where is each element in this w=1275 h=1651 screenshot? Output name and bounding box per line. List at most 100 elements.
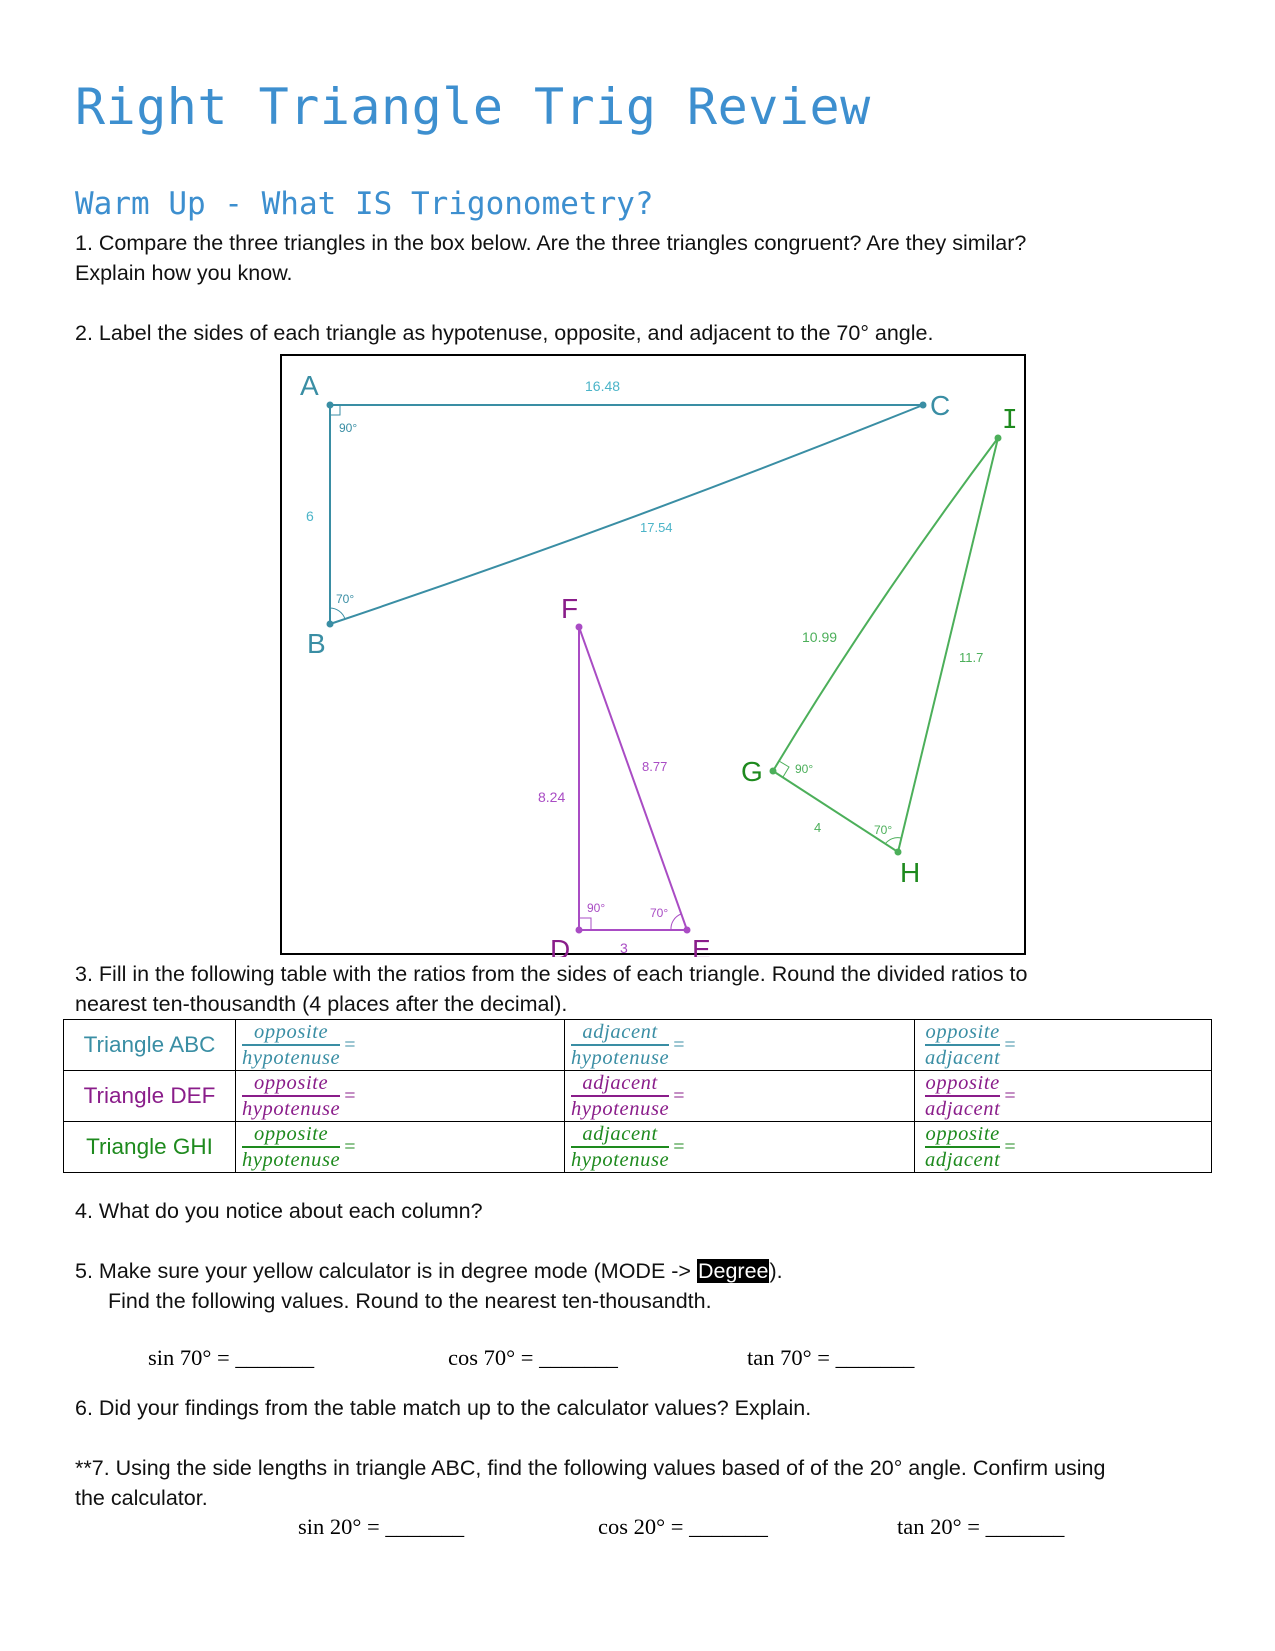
question-1-line-1: 1. Compare the three triangles in the bo… — [75, 231, 1027, 255]
sin-70-blank[interactable]: _______ — [235, 1345, 314, 1370]
sin-70-answer[interactable]: sin 70° = _______ — [148, 1345, 314, 1371]
fraction-stack: adjacent hypotenuse — [571, 1021, 670, 1069]
tan-70-blank[interactable]: _______ — [836, 1345, 915, 1370]
side-gh-length: 4 — [814, 820, 821, 835]
table-row: Triangle GHI opposite hypotenuse = adjacent h… — [63, 1121, 1212, 1173]
angle-a-label: 90° — [339, 421, 357, 435]
cos-20-blank[interactable]: _______ — [689, 1514, 768, 1539]
side-ef — [578, 626, 688, 931]
question-3-line-2: nearest ten-thousandth (4 places after t… — [75, 992, 568, 1016]
ratio-cell[interactable]: opposite hypotenuse = — [235, 1121, 565, 1173]
side-df-length: 8.24 — [538, 789, 565, 805]
vertex-c-label: C — [930, 390, 950, 421]
triangles-diagram: A B C 90° 70° 16.48 6 17.54 F D E 90° 70… — [280, 354, 1026, 957]
fraction-denominator: adjacent — [925, 1149, 1001, 1171]
ratio-cell[interactable]: opposite hypotenuse = — [235, 1019, 565, 1071]
ratio-cell[interactable]: adjacent hypotenuse = — [564, 1121, 915, 1173]
fraction-stack: opposite adjacent — [925, 1123, 1001, 1171]
ratio-cell[interactable]: opposite adjacent = — [914, 1070, 1212, 1122]
vertex-f-label: F — [561, 593, 578, 624]
question-1-line-2: Explain how you know. — [75, 261, 293, 285]
ratio-fraction: opposite adjacent = — [925, 1021, 1016, 1069]
question-6: 6. Did your findings from the table matc… — [75, 1396, 812, 1420]
angle-b-label: 70° — [336, 592, 354, 606]
question-5-line-2: Find the following values. Round to the … — [108, 1289, 712, 1313]
fraction-numerator: opposite — [925, 1123, 1000, 1145]
cos-20-label: cos 20° = — [598, 1514, 690, 1539]
fraction-denominator: adjacent — [925, 1098, 1001, 1120]
fraction-denominator: hypotenuse — [242, 1098, 341, 1120]
triangle-label: Triangle DEF — [63, 1070, 236, 1122]
ratio-cell[interactable]: opposite hypotenuse = — [235, 1070, 565, 1122]
fraction-stack: opposite adjacent — [925, 1072, 1001, 1120]
side-gi — [772, 437, 999, 772]
angle-g-label: 90° — [795, 762, 813, 776]
ratio-fraction: adjacent hypotenuse = — [571, 1123, 685, 1171]
fraction-bar — [571, 1146, 670, 1148]
fraction-stack: adjacent hypotenuse — [571, 1072, 670, 1120]
ratio-cell[interactable]: opposite adjacent = — [914, 1121, 1212, 1173]
question-4: 4. What do you notice about each column? — [75, 1199, 483, 1223]
equals-sign: = — [1004, 1084, 1016, 1107]
ratio-cell[interactable]: opposite adjacent = — [914, 1019, 1212, 1071]
question-2: 2. Label the sides of each triangle as h… — [75, 321, 934, 345]
fraction-denominator: hypotenuse — [571, 1149, 670, 1171]
fraction-numerator: adjacent — [582, 1021, 658, 1043]
vertex-d-point — [575, 926, 583, 934]
triangle-abc: A B C 90° 70° 16.48 6 17.54 — [300, 370, 950, 659]
ratio-cell[interactable]: adjacent hypotenuse = — [564, 1070, 915, 1122]
angle-arc-b — [329, 607, 346, 620]
right-angle-mark-g — [778, 760, 790, 778]
ratio-fraction: opposite adjacent = — [925, 1123, 1016, 1171]
triangle-ghi: G H I 90° 70° 10.99 11.7 4 — [741, 405, 1018, 888]
side-bc — [329, 404, 924, 625]
tan-20-answer[interactable]: tan 20° = _______ — [897, 1514, 1064, 1540]
vertex-b-point — [326, 620, 334, 628]
equals-sign: = — [344, 1135, 356, 1158]
vertex-d-label: D — [550, 934, 570, 957]
equals-sign: = — [344, 1084, 356, 1107]
fraction-denominator: hypotenuse — [242, 1047, 341, 1069]
cos-70-blank[interactable]: _______ — [539, 1345, 618, 1370]
page-title: Right Triangle Trig Review — [75, 78, 871, 136]
vertex-e-label: E — [692, 934, 711, 957]
fraction-bar — [571, 1044, 670, 1046]
question-3-line-1: 3. Fill in the following table with the … — [75, 962, 1028, 986]
sin-20-answer[interactable]: sin 20° = _______ — [298, 1514, 464, 1540]
side-hi-length: 11.7 — [959, 650, 983, 665]
ratio-table: Triangle ABC opposite hypotenuse = adjacent h… — [63, 1019, 1212, 1173]
side-gh — [772, 770, 899, 853]
sin-20-blank[interactable]: _______ — [385, 1514, 464, 1539]
equals-sign: = — [673, 1135, 685, 1158]
ratio-fraction: opposite adjacent = — [925, 1072, 1016, 1120]
vertex-a-point — [326, 401, 334, 409]
equals-sign: = — [1004, 1135, 1016, 1158]
vertex-a-label: A — [300, 370, 319, 401]
fraction-bar — [925, 1146, 1001, 1148]
tan-70-answer[interactable]: tan 70° = _______ — [747, 1345, 914, 1371]
cos-20-answer[interactable]: cos 20° = _______ — [598, 1514, 768, 1540]
question-7-line-1: **7. Using the side lengths in triangle … — [75, 1456, 1106, 1480]
equals-sign: = — [1004, 1033, 1016, 1056]
fraction-numerator: opposite — [925, 1072, 1000, 1094]
tan-20-blank[interactable]: _______ — [986, 1514, 1065, 1539]
vertex-c-point — [919, 401, 927, 409]
vertex-h-label: H — [900, 857, 920, 888]
vertex-e-point — [683, 926, 691, 934]
ratio-fraction: opposite hypotenuse = — [242, 1123, 356, 1171]
cos-70-answer[interactable]: cos 70° = _______ — [448, 1345, 618, 1371]
question-7-line-2: the calculator. — [75, 1486, 208, 1510]
angle-e-label: 70° — [650, 906, 668, 920]
fraction-bar — [242, 1146, 341, 1148]
vertex-i-point — [994, 434, 1002, 442]
ratio-cell[interactable]: adjacent hypotenuse = — [564, 1019, 915, 1071]
ratio-fraction: opposite hypotenuse = — [242, 1072, 356, 1120]
equals-sign: = — [673, 1033, 685, 1056]
angle-arc-e — [670, 913, 682, 931]
vertex-h-point — [894, 848, 902, 856]
ratio-fraction: opposite hypotenuse = — [242, 1021, 356, 1069]
fraction-numerator: adjacent — [582, 1123, 658, 1145]
fraction-denominator: hypotenuse — [571, 1098, 670, 1120]
vertex-f-point — [575, 623, 583, 631]
vertex-i-label: I — [1002, 405, 1018, 435]
